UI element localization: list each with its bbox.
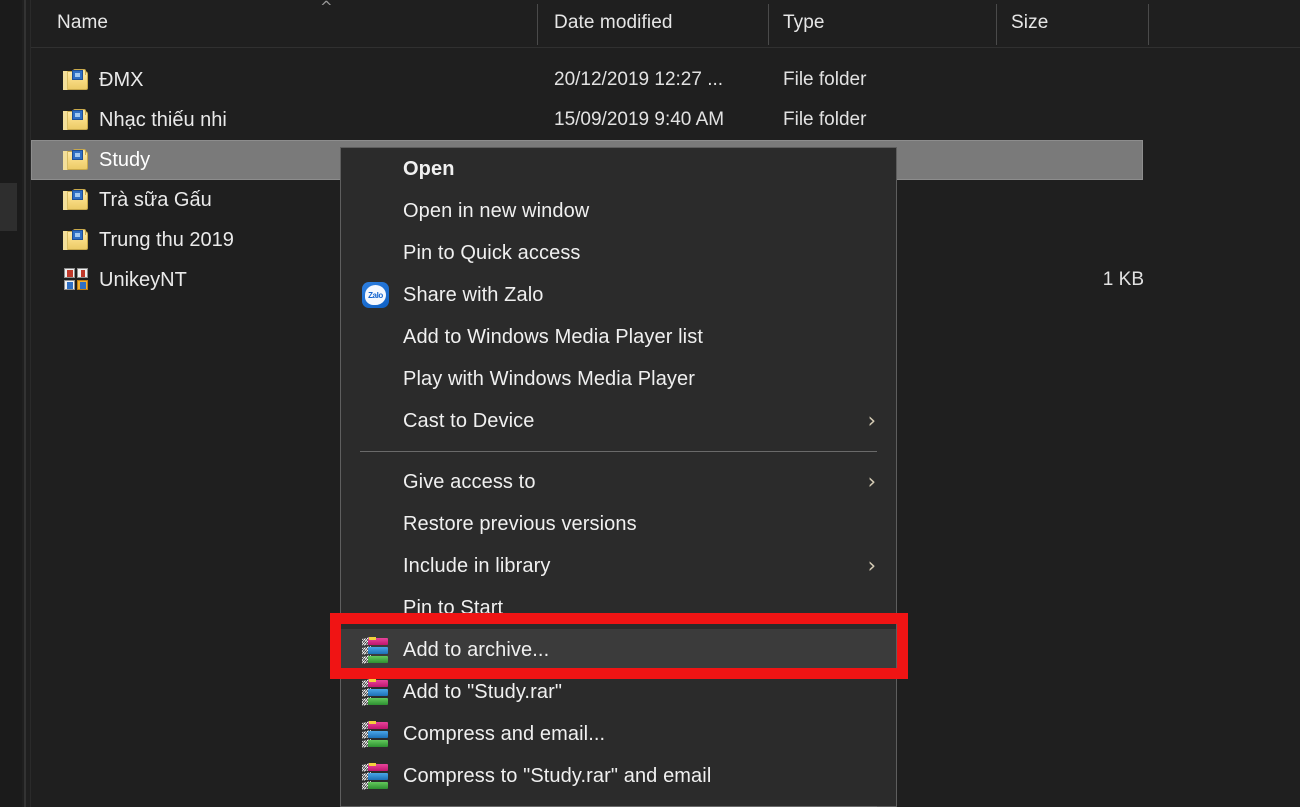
menu-item-label: Cast to Device: [403, 410, 534, 433]
file-type-cell: File folder: [783, 69, 866, 91]
file-name-cell: Nhạc thiếu nhi: [63, 109, 227, 132]
file-name-label: Nhạc thiếu nhi: [99, 109, 227, 132]
file-name-cell: UnikeyNT: [63, 268, 187, 292]
menu-item-label: Add to Windows Media Player list: [403, 326, 703, 349]
folder-icon: [63, 109, 89, 131]
column-divider[interactable]: [768, 4, 769, 45]
menu-item-include-in-library[interactable]: Include in library ›: [341, 545, 896, 587]
table-row[interactable]: Nhạc thiếu nhi 15/09/2019 9:40 AM File f…: [31, 100, 1143, 140]
menu-item-open-in-new-window[interactable]: Open in new window: [341, 190, 896, 232]
file-date-cell: 15/09/2019 9:40 AM: [554, 109, 724, 131]
menu-icon-slot: [359, 764, 403, 789]
file-name-cell: Trà sữa Gấu: [63, 189, 212, 212]
file-name-cell: Trung thu 2019: [63, 229, 234, 252]
menu-item-label: Include in library: [403, 555, 550, 578]
menu-item-label: Add to archive...: [403, 639, 549, 662]
navigation-pane-strip: [0, 0, 22, 807]
menu-item-label: Compress to "Study.rar" and email: [403, 765, 711, 788]
pane-splitter[interactable]: [24, 0, 26, 807]
folder-icon: [63, 189, 89, 211]
menu-item-label: Open in new window: [403, 200, 589, 223]
column-header-rule: [31, 47, 1300, 48]
menu-item-restore-previous-versions[interactable]: Restore previous versions: [341, 503, 896, 545]
menu-icon-slot: Zalo: [359, 282, 403, 308]
menu-item-label: Pin to Quick access: [403, 242, 581, 265]
menu-item-share-with-zalo[interactable]: Zalo Share with Zalo: [341, 274, 896, 316]
column-header-size[interactable]: Size: [1011, 12, 1048, 34]
chevron-right-icon: ›: [868, 556, 876, 577]
file-date-cell: 20/12/2019 12:27 ...: [554, 69, 723, 91]
table-row[interactable]: ÐMX 20/12/2019 12:27 ... File folder: [31, 60, 1143, 100]
menu-icon-slot: [359, 722, 403, 747]
file-name-cell: Study: [63, 149, 150, 172]
file-type-cell: File folder: [783, 109, 866, 131]
menu-item-compress-to-study-rar-and-email[interactable]: Compress to "Study.rar" and email: [341, 755, 896, 797]
winrar-icon: [362, 638, 389, 663]
menu-item-label: Play with Windows Media Player: [403, 368, 695, 391]
file-name-label: UnikeyNT: [99, 269, 187, 292]
sort-ascending-icon: ^: [320, 0, 333, 14]
file-name-label: Trà sữa Gấu: [99, 189, 212, 212]
menu-separator: [360, 451, 877, 452]
file-name-label: ÐMX: [99, 69, 143, 92]
file-name-label: Trung thu 2019: [99, 229, 234, 252]
winrar-icon: [362, 722, 389, 747]
file-name-cell: ÐMX: [63, 69, 143, 92]
chevron-right-icon: ›: [868, 472, 876, 493]
menu-item-label: Restore previous versions: [403, 513, 637, 536]
zalo-icon: Zalo: [362, 282, 389, 308]
folder-icon: [63, 149, 89, 171]
menu-item-label: Give access to: [403, 471, 536, 494]
column-divider[interactable]: [996, 4, 997, 45]
menu-item-label: Share with Zalo: [403, 284, 543, 307]
navigation-scrollbar-thumb[interactable]: [0, 183, 17, 231]
menu-item-label: Pin to Start: [403, 597, 503, 620]
file-explorer-window: ^ Name Date modified Type Size ÐMX 20/12…: [0, 0, 1300, 807]
context-menu: Open Open in new window Pin to Quick acc…: [340, 147, 897, 807]
column-header-date-modified[interactable]: Date modified: [554, 12, 673, 34]
column-divider[interactable]: [537, 4, 538, 45]
file-size-cell: 1 KB: [991, 269, 1144, 291]
file-name-label: Study: [99, 149, 150, 172]
folder-icon: [63, 229, 89, 251]
unikey-icon: [63, 268, 89, 292]
menu-item-label: Open: [403, 158, 455, 181]
winrar-icon: [362, 764, 389, 789]
column-divider[interactable]: [1148, 4, 1149, 45]
menu-icon-slot: [359, 638, 403, 663]
chevron-right-icon: ›: [868, 411, 876, 432]
menu-item-pin-to-start[interactable]: Pin to Start: [341, 587, 896, 629]
menu-item-compress-and-email[interactable]: Compress and email...: [341, 713, 896, 755]
menu-item-cast-to-device[interactable]: Cast to Device ›: [341, 400, 896, 442]
winrar-icon: [362, 680, 389, 705]
menu-item-add-to-archive[interactable]: Add to archive...: [341, 629, 896, 671]
menu-icon-slot: [359, 680, 403, 705]
menu-item-give-access-to[interactable]: Give access to ›: [341, 461, 896, 503]
menu-item-add-to-wmp-list[interactable]: Add to Windows Media Player list: [341, 316, 896, 358]
menu-item-add-to-study-rar[interactable]: Add to "Study.rar": [341, 671, 896, 713]
menu-item-pin-to-quick-access[interactable]: Pin to Quick access: [341, 232, 896, 274]
menu-item-open[interactable]: Open: [341, 148, 896, 190]
column-header-type[interactable]: Type: [783, 12, 825, 34]
folder-icon: [63, 69, 89, 91]
menu-item-label: Compress and email...: [403, 723, 605, 746]
menu-item-label: Add to "Study.rar": [403, 681, 562, 704]
menu-item-play-with-wmp[interactable]: Play with Windows Media Player: [341, 358, 896, 400]
column-header-name[interactable]: Name: [57, 12, 108, 34]
column-header-bar: ^ Name Date modified Type Size: [31, 0, 1300, 48]
